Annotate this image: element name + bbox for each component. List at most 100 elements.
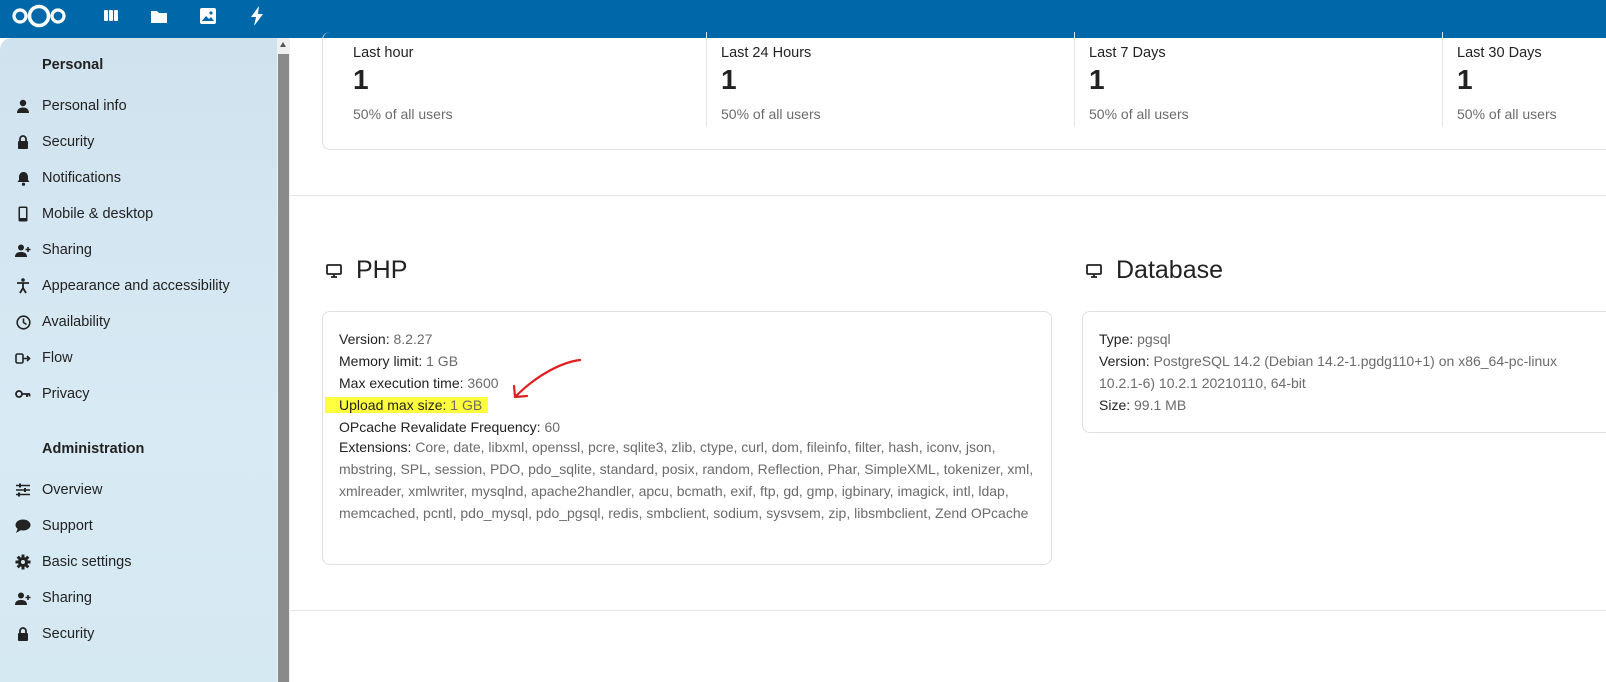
active-users-card: Last hour 1 50% of all users Last 24 Hou… bbox=[322, 32, 1606, 150]
sidebar-item-personal-info[interactable]: Personal info bbox=[0, 89, 276, 123]
php-opcache-line: OPcache Revalidate Frequency: 60 bbox=[339, 416, 560, 438]
php-upload-line: Upload max size: 1 GB bbox=[325, 394, 489, 416]
sidebar-item-label: Sharing bbox=[42, 590, 92, 606]
stat-divider bbox=[706, 32, 707, 127]
section-title-administration: Administration bbox=[42, 441, 145, 457]
sidebar-item-label: Personal info bbox=[42, 98, 127, 114]
sidebar-item-overview[interactable]: Overview bbox=[0, 473, 276, 507]
sidebar-item-label: Basic settings bbox=[42, 554, 132, 570]
stat-title: Last 30 Days bbox=[1457, 45, 1542, 61]
sidebar-item-label: Security bbox=[42, 134, 95, 150]
section-divider bbox=[290, 195, 1606, 196]
stat-value: 1 bbox=[1457, 64, 1473, 95]
label: Upload max size: bbox=[339, 397, 447, 413]
section-title-personal: Personal bbox=[42, 57, 104, 73]
php-version-line: Version: 8.2.27 bbox=[339, 328, 432, 350]
sidebar-item-label: Appearance and accessibility bbox=[42, 278, 230, 294]
monitor-icon bbox=[326, 262, 344, 280]
gear-icon bbox=[14, 553, 32, 571]
upload-max-value: 1 GB bbox=[450, 397, 483, 413]
db-size-line: Size: 99.1 MB bbox=[1099, 394, 1186, 416]
stat-subtitle: 50% of all users bbox=[353, 106, 453, 122]
photos-icon[interactable] bbox=[197, 5, 219, 27]
sidebar-item-label: Support bbox=[42, 518, 93, 534]
sliders-icon bbox=[14, 481, 32, 499]
stat-divider bbox=[1442, 32, 1443, 127]
database-title: Database bbox=[1116, 256, 1224, 284]
sidebar-item-basic-settings[interactable]: Basic settings bbox=[0, 545, 276, 579]
sidebar-item-security[interactable]: Security bbox=[0, 125, 276, 159]
database-info-card: Type: pgsql Version: PostgreSQL 14.2 (De… bbox=[1082, 311, 1606, 433]
php-extensions: Extensions: Core, date, libxml, openssl,… bbox=[339, 436, 1039, 524]
scroll-up-arrow-icon[interactable] bbox=[280, 42, 286, 47]
activity-bolt-icon[interactable] bbox=[246, 5, 268, 27]
key-icon bbox=[14, 385, 32, 403]
lock-icon bbox=[14, 133, 32, 151]
label: Version: bbox=[1099, 353, 1150, 369]
label: Max execution time: bbox=[339, 375, 464, 391]
dashboard-icon[interactable] bbox=[100, 5, 122, 27]
person-icon bbox=[14, 97, 32, 115]
sidebar-item-admin-security[interactable]: Security bbox=[0, 617, 276, 651]
sidebar-item-flow[interactable]: Flow bbox=[0, 341, 276, 375]
share-person-icon bbox=[14, 589, 32, 607]
highlight-marker: Upload max size: 1 GB bbox=[325, 397, 489, 413]
sidebar-item-availability[interactable]: Availability bbox=[0, 305, 276, 339]
php-section-heading: PHP bbox=[326, 256, 407, 285]
stat-title: Last 24 Hours bbox=[721, 45, 812, 61]
nextcloud-logo[interactable] bbox=[10, 3, 68, 34]
flow-icon bbox=[14, 349, 32, 367]
stat-subtitle: 50% of all users bbox=[721, 106, 821, 122]
files-folder-icon[interactable] bbox=[148, 5, 170, 27]
extensions-value: Core, date, libxml, openssl, pcre, sqlit… bbox=[339, 439, 1034, 521]
label: Memory limit: bbox=[339, 353, 423, 369]
memory-limit-value: 1 GB bbox=[426, 353, 459, 369]
sidebar-item-label: Flow bbox=[42, 350, 73, 366]
sidebar-item-privacy[interactable]: Privacy bbox=[0, 377, 276, 411]
lock-icon bbox=[14, 625, 32, 643]
db-size-value: 99.1 MB bbox=[1134, 397, 1187, 413]
sidebar-item-admin-sharing[interactable]: Sharing bbox=[0, 581, 276, 615]
opcache-value: 60 bbox=[544, 419, 561, 435]
clock-icon bbox=[14, 313, 32, 331]
php-info-card: Version: 8.2.27 Memory limit: 1 GB Max e… bbox=[322, 311, 1052, 565]
monitor-icon bbox=[1086, 262, 1104, 280]
label: OPcache Revalidate Frequency: bbox=[339, 419, 541, 435]
php-title: PHP bbox=[356, 256, 408, 284]
database-section-heading: Database bbox=[1086, 256, 1223, 285]
sidebar-item-label: Privacy bbox=[42, 386, 90, 402]
stat-subtitle: 50% of all users bbox=[1089, 106, 1189, 122]
sidebar-item-label: Mobile & desktop bbox=[42, 206, 154, 222]
scrollbar-thumb[interactable] bbox=[278, 54, 289, 682]
phone-icon bbox=[14, 205, 32, 223]
sidebar-scrollbar[interactable] bbox=[277, 38, 290, 682]
sidebar-item-mobile-desktop[interactable]: Mobile & desktop bbox=[0, 197, 276, 231]
chat-bubble-icon bbox=[14, 517, 32, 535]
php-exec-line: Max execution time: 3600 bbox=[339, 372, 499, 394]
stat-subtitle: 50% of all users bbox=[1457, 106, 1557, 122]
db-version-line: Version: PostgreSQL 14.2 (Debian 14.2-1.… bbox=[1099, 350, 1557, 372]
php-memory-line: Memory limit: 1 GB bbox=[339, 350, 458, 372]
stat-title: Last 7 Days bbox=[1089, 45, 1166, 61]
sidebar-item-sharing[interactable]: Sharing bbox=[0, 233, 276, 267]
sidebar-item-appearance[interactable]: Appearance and accessibility bbox=[0, 269, 276, 303]
label: Type: bbox=[1099, 331, 1134, 347]
label: Version: bbox=[339, 331, 390, 347]
main-content: Last hour 1 50% of all users Last 24 Hou… bbox=[290, 32, 1606, 682]
db-version-value: PostgreSQL 14.2 (Debian 14.2-1.pgdg110+1… bbox=[1153, 353, 1558, 369]
annotation-arrow-icon bbox=[512, 358, 582, 399]
max-execution-value: 3600 bbox=[467, 375, 499, 391]
bell-icon bbox=[14, 169, 32, 187]
label: Extensions: bbox=[339, 439, 412, 455]
sidebar-item-support[interactable]: Support bbox=[0, 509, 276, 543]
label: Size: bbox=[1099, 397, 1131, 413]
db-type-line: Type: pgsql bbox=[1099, 328, 1171, 350]
settings-sidebar: Personal Personal info Security Notifica… bbox=[0, 38, 290, 682]
db-type-value: pgsql bbox=[1137, 331, 1171, 347]
accessibility-icon bbox=[14, 277, 32, 295]
share-person-icon bbox=[14, 241, 32, 259]
stat-divider bbox=[1074, 32, 1075, 127]
sidebar-item-label: Notifications bbox=[42, 170, 121, 186]
sidebar-item-label: Sharing bbox=[42, 242, 92, 258]
sidebar-item-notifications[interactable]: Notifications bbox=[0, 161, 276, 195]
